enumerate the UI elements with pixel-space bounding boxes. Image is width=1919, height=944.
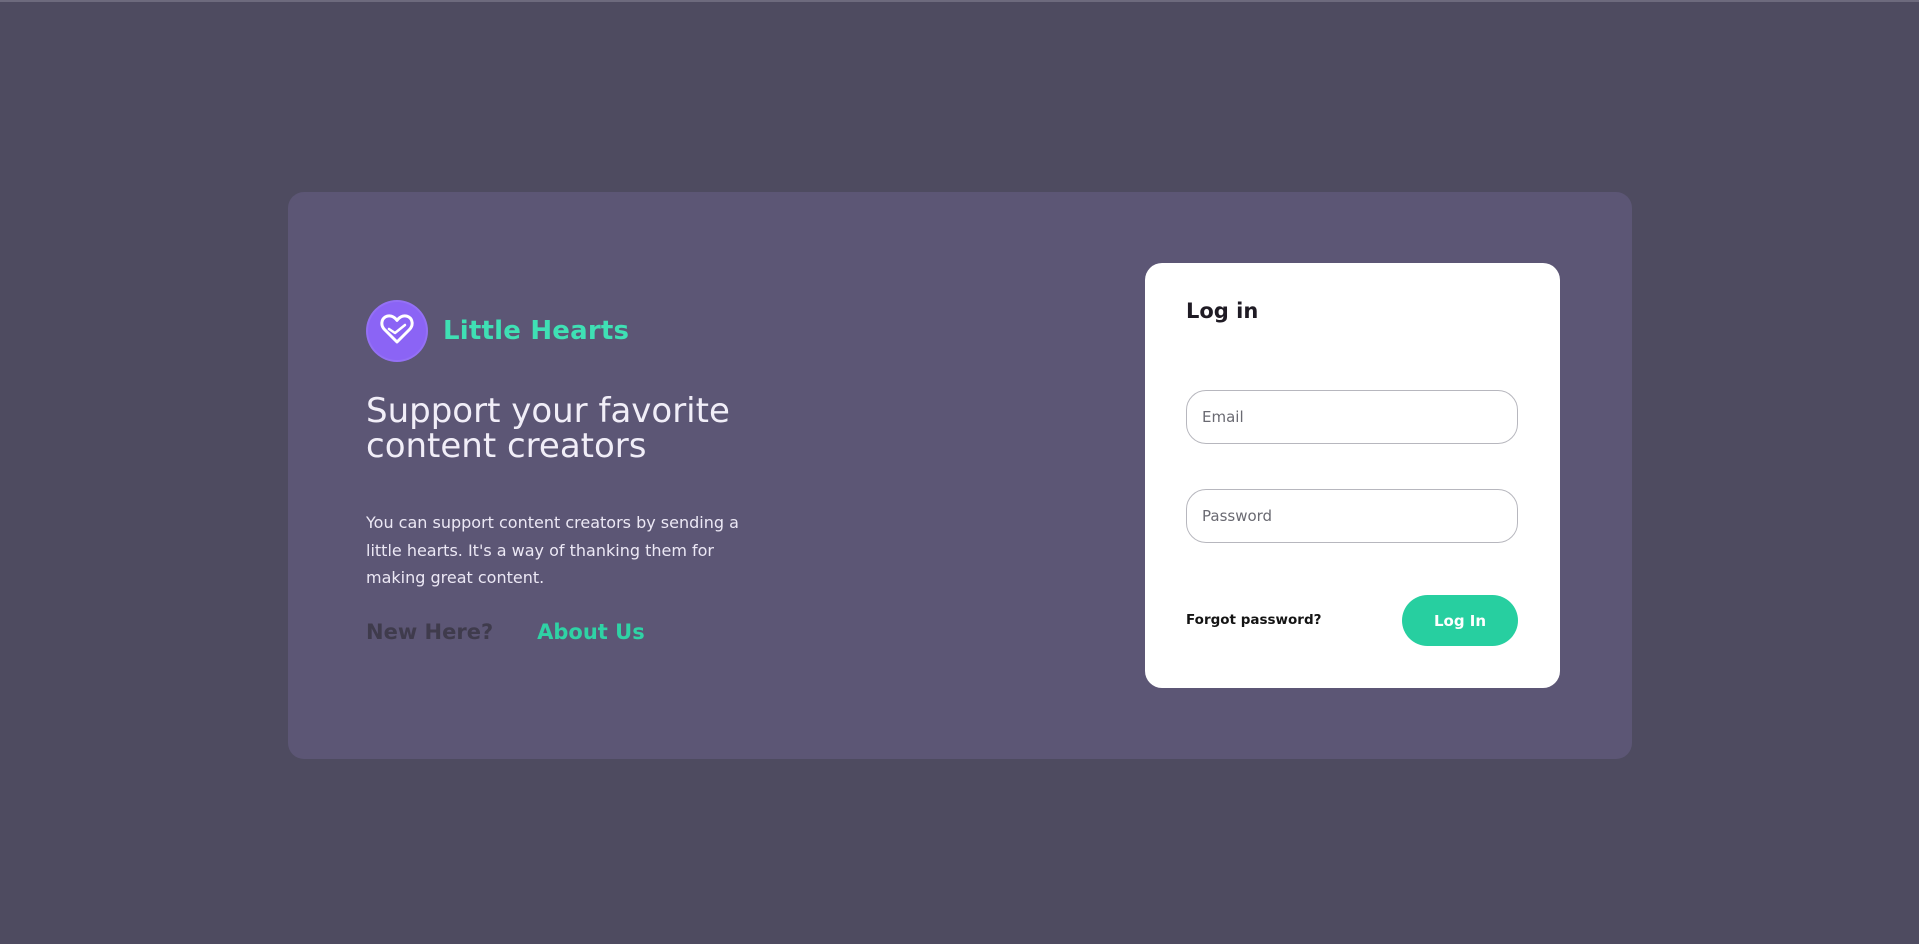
logo [366, 300, 428, 362]
links-row: New Here? About Us [366, 620, 645, 644]
description: You can support content creators by send… [366, 513, 739, 587]
password-field[interactable] [1186, 489, 1518, 543]
window-top-border [0, 0, 1919, 2]
login-panel: Log in Forgot password? Log In [1145, 263, 1560, 688]
new-here-label: New Here? [366, 620, 494, 644]
brand-name: Little Hearts [443, 316, 630, 346]
heart-icon [379, 312, 415, 351]
tagline: Support your favorite content creators [366, 391, 730, 466]
login-button[interactable]: Log In [1402, 595, 1518, 646]
main-card: Little Hearts Support your favorite cont… [288, 192, 1632, 759]
brand: Little Hearts [366, 300, 629, 362]
email-field[interactable] [1186, 390, 1518, 444]
about-us-link[interactable]: About Us [537, 620, 645, 644]
forgot-password-link[interactable]: Forgot password? [1186, 612, 1321, 628]
login-title: Log in [1186, 299, 1259, 323]
